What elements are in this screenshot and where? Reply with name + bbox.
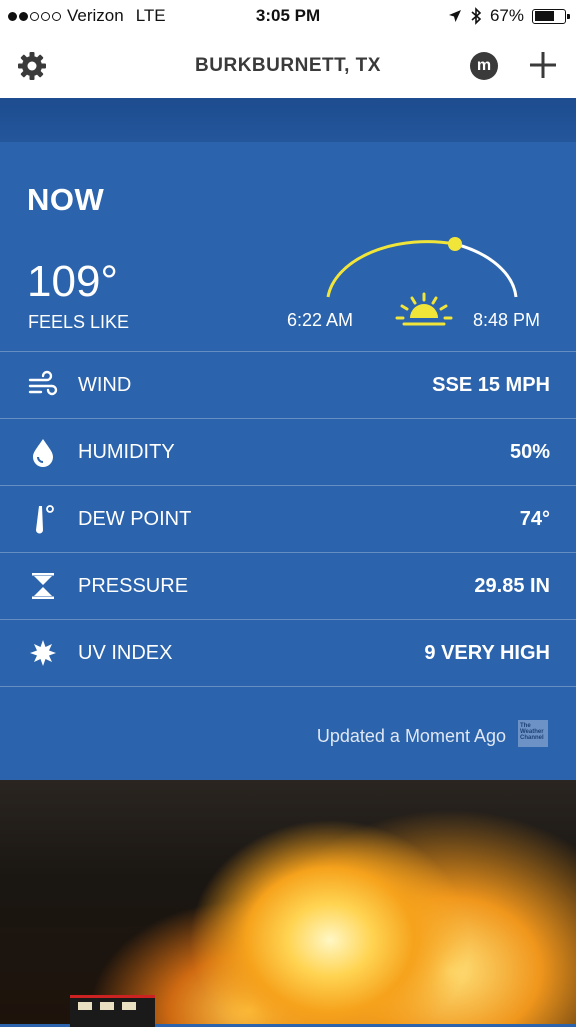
sunrise-time: 6:22 AM xyxy=(287,310,354,330)
sunset-time: 8:48 PM xyxy=(473,310,541,330)
feels-like-label: FEELS LIKE xyxy=(28,312,130,332)
header-band xyxy=(0,98,576,142)
location-arrow-icon xyxy=(448,10,461,22)
sun-position-marker xyxy=(448,237,462,251)
status-right: 67% xyxy=(448,6,570,26)
pressure-icon xyxy=(32,573,54,599)
current-conditions-panel: NOW 109° FEELS LIKE 6:22 AM 8:48 PM WIND… xyxy=(0,142,576,780)
fire-truck xyxy=(70,995,155,1027)
condition-label: WIND xyxy=(78,374,132,396)
condition-value: 29.85 IN xyxy=(474,575,550,597)
condition-row-humidity: HUMIDITY 50% xyxy=(0,418,576,485)
condition-row-dew-point: DEW POINT 74° xyxy=(0,485,576,552)
condition-row-uv-index: UV INDEX 9 VERY HIGH xyxy=(0,619,576,686)
status-bar: Verizon LTE 3:05 PM 67% xyxy=(0,0,576,33)
uv-sun-icon xyxy=(30,640,56,666)
bluetooth-icon xyxy=(471,7,482,25)
wind-icon xyxy=(28,370,58,396)
humidity-drop-icon xyxy=(33,439,53,467)
wildfire-news-photo[interactable] xyxy=(0,780,576,1027)
conditions-divider xyxy=(0,686,576,687)
condition-row-pressure: PRESSURE 29.85 IN xyxy=(0,552,576,619)
feels-like-temperature: 109° xyxy=(27,257,119,306)
condition-label: UV INDEX xyxy=(78,642,173,664)
condition-value: SSE 15 MPH xyxy=(432,374,550,396)
add-location-icon[interactable] xyxy=(527,49,559,81)
navigation-bar: BURKBURNETT, TX m xyxy=(0,33,576,99)
updated-timestamp: Updated a Moment Ago xyxy=(316,726,506,746)
condition-row-wind: WIND SSE 15 MPH xyxy=(0,351,576,418)
condition-label: PRESSURE xyxy=(78,575,189,597)
condition-value: 50% xyxy=(509,441,550,463)
condition-value: 9 VERY HIGH xyxy=(424,642,550,664)
weather-channel-logo[interactable]: The Weather Channel xyxy=(518,720,548,747)
battery-icon xyxy=(532,8,570,24)
condition-label: DEW POINT xyxy=(78,508,192,530)
condition-label: HUMIDITY xyxy=(78,441,175,463)
condition-value: 74° xyxy=(519,508,550,530)
battery-percent: 67% xyxy=(489,6,524,25)
sunrise-sun-icon xyxy=(395,292,453,326)
now-heading: NOW xyxy=(27,182,105,217)
brand-badge-icon[interactable]: m xyxy=(470,52,498,80)
thermometer-icon xyxy=(36,505,54,534)
